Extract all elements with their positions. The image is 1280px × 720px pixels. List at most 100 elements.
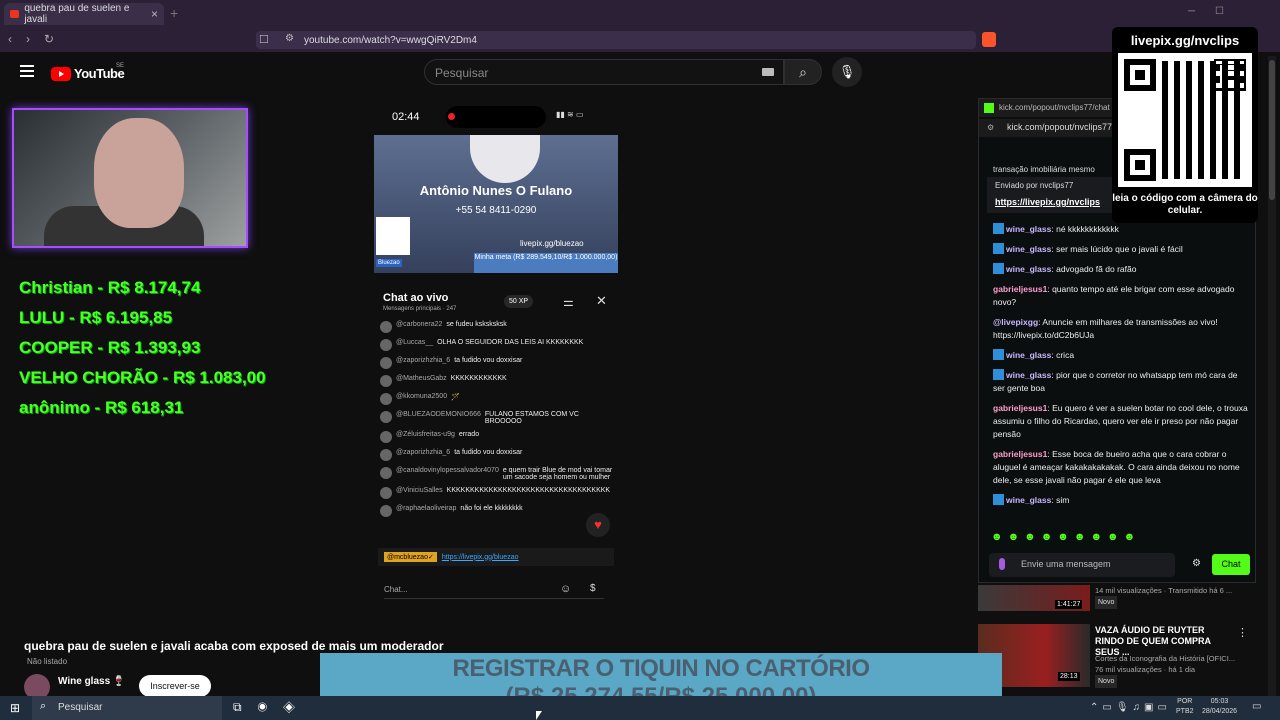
signal-wifi-battery-icon: ▮▮ ≋ ▭ xyxy=(556,110,584,119)
user-badge-icon xyxy=(999,558,1005,570)
bookmark-icon[interactable]: ☐ xyxy=(259,33,269,46)
chat-message: @zaporizhzhia_6 ta fudido vou doxxisar xyxy=(380,357,616,369)
chat-username[interactable]: wine_glass xyxy=(1006,224,1051,234)
chat-username[interactable]: wine_glass xyxy=(1006,244,1051,254)
input-language[interactable]: POR PTB2 xyxy=(1176,697,1194,717)
video-duration: 1:41:27 xyxy=(1055,600,1083,609)
chat-message-partial: transação imobiliária mesmo xyxy=(993,165,1095,174)
system-tray-icons[interactable]: ⌃▭🎙♫▣▭ xyxy=(1090,702,1171,713)
nav-buttons[interactable]: ‹›↻ xyxy=(8,32,68,46)
chat-text: KKKKKKKKKKKKKKKKKKKKKKKKKKKKKKKKKKK xyxy=(446,487,611,494)
chat-filter-label[interactable]: Mensagens principais · 247 xyxy=(383,306,456,312)
chat-username[interactable]: @livepixgg xyxy=(993,317,1038,327)
chat-username[interactable]: wine_glass xyxy=(1006,264,1051,274)
chat-username[interactable]: @BLUEZAODEMONIO666 xyxy=(396,411,481,418)
chat-username[interactable]: @kkomuna2500 xyxy=(396,393,447,400)
brave-shield-icon[interactable] xyxy=(982,32,996,47)
view-count: 14 mil visualizações · Transmitido há 6 … xyxy=(1095,586,1233,595)
chat-username[interactable]: @MatheusGabz xyxy=(396,375,447,382)
kick-chat-message: wine_glass: sim xyxy=(993,494,1249,507)
windows-start-icon[interactable]: ⊞ xyxy=(10,701,20,715)
close-icon[interactable]: ✕ xyxy=(596,293,607,309)
chat-username[interactable]: @zaporizhzhia_6 xyxy=(396,449,450,456)
chat-username[interactable]: gabrieljesus1 xyxy=(993,449,1047,459)
visibility-label: Não listado xyxy=(27,657,68,666)
chat-username[interactable]: wine_glass xyxy=(1006,370,1051,380)
qr-code-icon xyxy=(1118,53,1252,187)
user-avatar xyxy=(380,339,392,351)
chat-text: crica xyxy=(1056,350,1075,360)
browser-tabbar xyxy=(0,0,1280,28)
chat-message: @canaldovinylopessalvador4070 e quem trai… xyxy=(380,467,616,481)
channel-name[interactable]: Wine glass 🍷 xyxy=(58,676,125,687)
recommended-meta: 14 mil visualizações · Transmitido há 6 … xyxy=(1095,585,1245,609)
qr-code-icon xyxy=(376,217,410,255)
recommended-channel[interactable]: Cortes da Iconografia da História [OFICI… xyxy=(1095,653,1245,664)
chat-username[interactable]: @canaldovinylopessalvador4070 xyxy=(396,467,499,474)
settings-gear-icon[interactable]: ⚙ xyxy=(1192,558,1201,569)
kick-chat-message: wine_glass: né kkkkkkkkkkkk xyxy=(993,223,1249,236)
hamburger-menu-icon[interactable] xyxy=(20,65,34,80)
chat-username[interactable]: @Zéluisfreitas-u9g xyxy=(396,431,455,438)
xp-badge[interactable]: 50 XP xyxy=(504,295,534,308)
qr-title: livepix.gg/nvclips xyxy=(1130,33,1240,48)
chat-text: ta fudido vou doxxisar xyxy=(454,357,523,364)
kick-message-input[interactable]: Envie uma mensagem xyxy=(989,553,1175,577)
pinned-link[interactable]: https://livepix.gg/bluezao xyxy=(442,554,519,561)
kick-chat-message: @livepixgg: Anuncie em milhares de trans… xyxy=(993,316,1249,342)
banner-link: livepix.gg/bluezao xyxy=(520,239,584,248)
goal-title: REGISTRAR O TIQUIN NO CARTÓRIO xyxy=(452,655,871,682)
chat-username[interactable]: @ViniciuSalles xyxy=(396,487,443,494)
taskbar-apps[interactable]: ⧉◉◈ xyxy=(233,700,311,715)
chat-username[interactable]: @carbonera22 xyxy=(396,321,442,328)
qr-caption: leia o código com a câmera do celular. xyxy=(1112,193,1258,216)
user-avatar xyxy=(380,431,392,443)
subscribe-button[interactable]: Inscrever-se xyxy=(139,675,211,697)
filter-icon[interactable]: ⚌ xyxy=(563,295,574,309)
kick-favicon-icon xyxy=(984,103,994,113)
banner-phone: +55 54 8411-0290 xyxy=(455,205,537,216)
search-button[interactable]: ⌕ xyxy=(784,59,822,85)
emoji-icon[interactable]: ☺ xyxy=(560,583,571,595)
chat-username[interactable]: @raphaelaoliveirap xyxy=(396,505,456,512)
lang-code: POR xyxy=(1177,698,1193,705)
youtube-logo[interactable]: YouTube xyxy=(51,66,125,81)
site-info-icon[interactable]: ⚙ xyxy=(987,123,994,132)
close-tab-icon[interactable]: × xyxy=(151,7,158,21)
scrollbar-thumb[interactable] xyxy=(1269,60,1275,200)
search-input[interactable]: Pesquisar xyxy=(424,59,784,85)
chat-username[interactable]: wine_glass xyxy=(1006,350,1051,360)
live-chat-title: Chat ao vivo xyxy=(383,292,449,304)
clock-date: 28/04/2026 xyxy=(1202,708,1238,715)
taskbar-search[interactable]: Pesquisar xyxy=(32,696,222,720)
chat-username[interactable]: @zaporizhzhia_6 xyxy=(396,357,450,364)
notification-icon[interactable]: ▭ xyxy=(1252,701,1261,712)
new-tab-icon[interactable]: + xyxy=(170,5,178,21)
super-chat-icon[interactable]: $ xyxy=(590,583,596,594)
voice-search-button[interactable]: 🎙 xyxy=(832,57,862,87)
chat-text: ser mais lúcido que o javali é fácil xyxy=(1056,244,1183,254)
chat-username[interactable]: wine_glass xyxy=(1006,495,1051,505)
chat-username[interactable]: gabrieljesus1 xyxy=(993,403,1047,413)
subscriber-badge-icon xyxy=(993,243,1004,254)
kick-chat-message: wine_glass: advogado fã do rafão xyxy=(993,263,1249,276)
taskbar-clock[interactable]: 05:03 28/04/2026 xyxy=(1202,697,1237,717)
more-options-icon[interactable]: ⋮ xyxy=(1237,626,1248,639)
window-controls[interactable]: ─☐ xyxy=(1188,6,1244,17)
chat-message: @BLUEZAODEMONIO666 FULANO ESTAMOS COM VC … xyxy=(380,411,616,425)
kick-message-list: wine_glass: né kkkkkkkkkkkk wine_glass: s… xyxy=(993,223,1249,514)
site-info-icon[interactable]: ⚙ xyxy=(285,33,294,44)
user-avatar xyxy=(380,357,392,369)
send-chat-button[interactable]: Chat xyxy=(1212,554,1250,575)
chat-username[interactable]: @Luccas__ xyxy=(396,339,433,346)
chat-username[interactable]: gabrieljesus1 xyxy=(993,284,1047,294)
emote-bar[interactable]: ☻☻☻☻☻☻☻☻☻ xyxy=(991,531,1140,543)
url-field[interactable]: youtube.com/watch?v=wwgQiRV2Dm4 xyxy=(256,31,976,49)
user-avatar xyxy=(380,393,392,405)
heart-reaction-button[interactable]: ♥ xyxy=(586,513,610,537)
qr-finder xyxy=(1124,59,1156,91)
pin-link[interactable]: https://livepix.gg/nvclips xyxy=(995,197,1100,207)
browser-tab[interactable]: quebra pau de suelen e javali × xyxy=(4,3,164,25)
keyboard-icon[interactable] xyxy=(762,68,774,76)
chat-text: e quem trair Blue de mod vai tomar um sa… xyxy=(502,467,613,481)
